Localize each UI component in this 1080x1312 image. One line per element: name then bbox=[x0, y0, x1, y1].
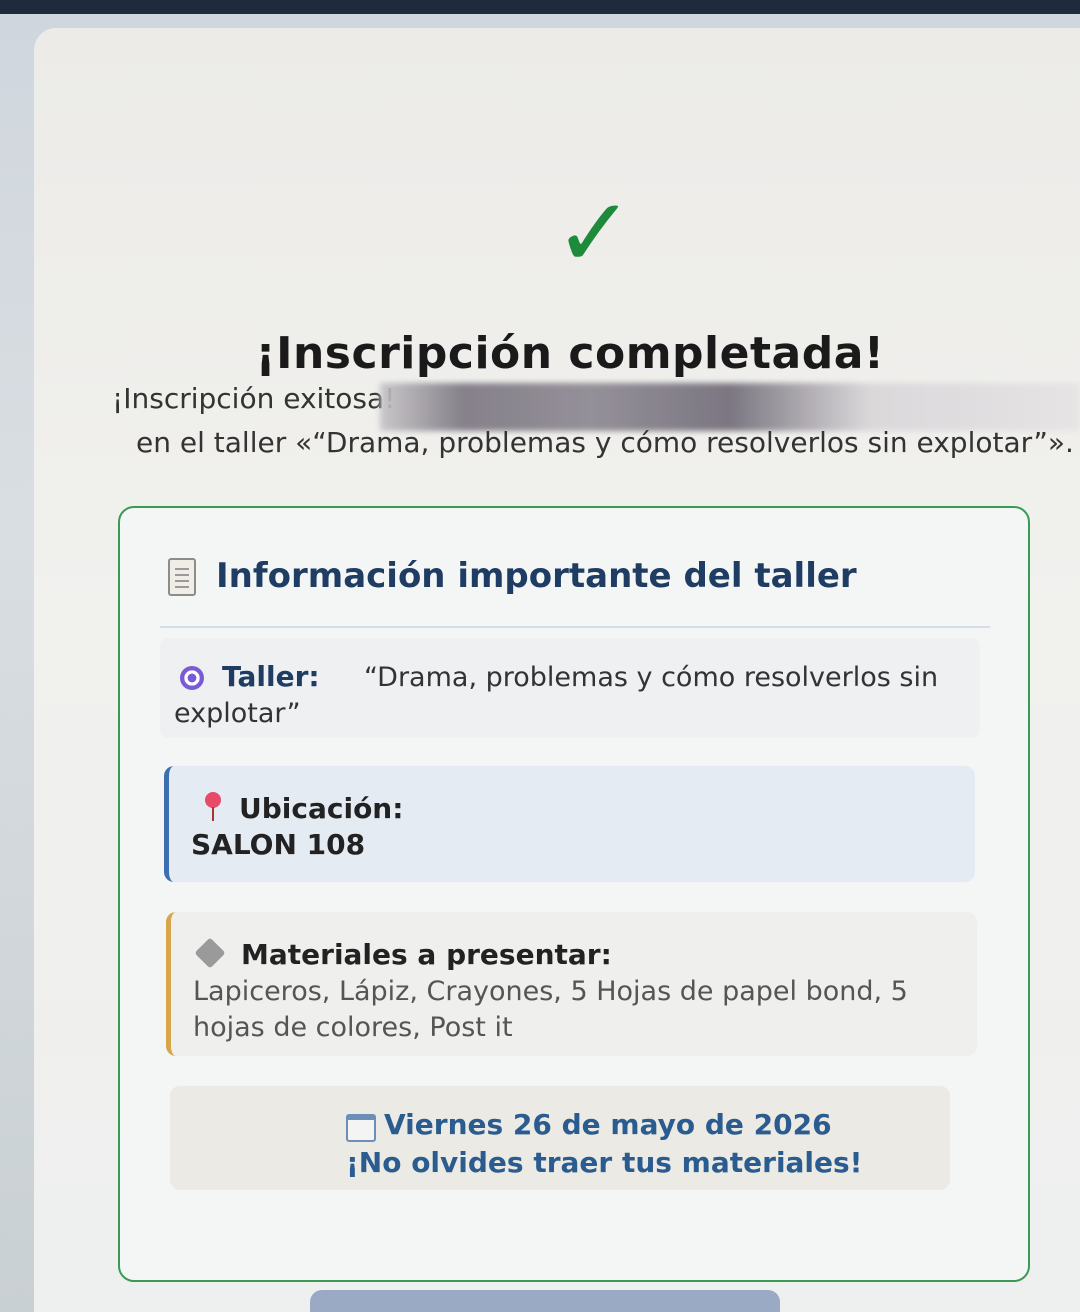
pin-icon bbox=[205, 792, 221, 821]
bottom-action-button[interactable] bbox=[310, 1290, 780, 1312]
ubicacion-label: Ubicación: bbox=[239, 792, 404, 825]
page-title: ¡Inscripción completada! bbox=[255, 328, 885, 379]
fecha-date: Viernes 26 de mayo de 2026 bbox=[384, 1108, 832, 1141]
materiales-label: Materiales a presentar: bbox=[241, 938, 612, 971]
taller-row: Taller: “Drama, problemas y cómo resolve… bbox=[160, 638, 980, 738]
fecha-row: Viernes 26 de mayo de 2026 ¡No olvides t… bbox=[170, 1086, 950, 1190]
calendar-icon bbox=[346, 1114, 376, 1142]
success-workshop-line: en el taller «“Drama, problemas y cómo r… bbox=[136, 426, 1074, 459]
workshop-info-card: Información importante del taller Taller… bbox=[118, 506, 1030, 1282]
card-header: Información importante del taller bbox=[160, 556, 990, 628]
reminder-note: ¡No olvides traer tus materiales! bbox=[346, 1146, 863, 1179]
target-icon bbox=[180, 666, 204, 690]
taller-value: “Drama, problemas y cómo resolverlos sin bbox=[364, 662, 939, 693]
checkmark-icon: ✓ bbox=[554, 177, 635, 289]
ubicacion-row: Ubicación: SALON 108 bbox=[164, 766, 975, 882]
ubicacion-value: SALON 108 bbox=[191, 828, 366, 861]
clipboard-icon bbox=[168, 558, 196, 596]
redacted-name bbox=[380, 383, 1080, 431]
materiales-value: Lapiceros, Lápiz, Crayones, 5 Hojas de p… bbox=[193, 976, 908, 1043]
taller-label: Taller: bbox=[222, 660, 320, 693]
box-icon bbox=[194, 937, 226, 969]
taller-value-continued: explotar” bbox=[174, 698, 301, 729]
monitor-bezel bbox=[0, 0, 1080, 14]
materiales-row: Materiales a presentar: Lapiceros, Lápiz… bbox=[166, 912, 977, 1056]
success-message: ¡Inscripción exitosa! bbox=[112, 382, 396, 415]
card-title: Información importante del taller bbox=[216, 556, 857, 596]
